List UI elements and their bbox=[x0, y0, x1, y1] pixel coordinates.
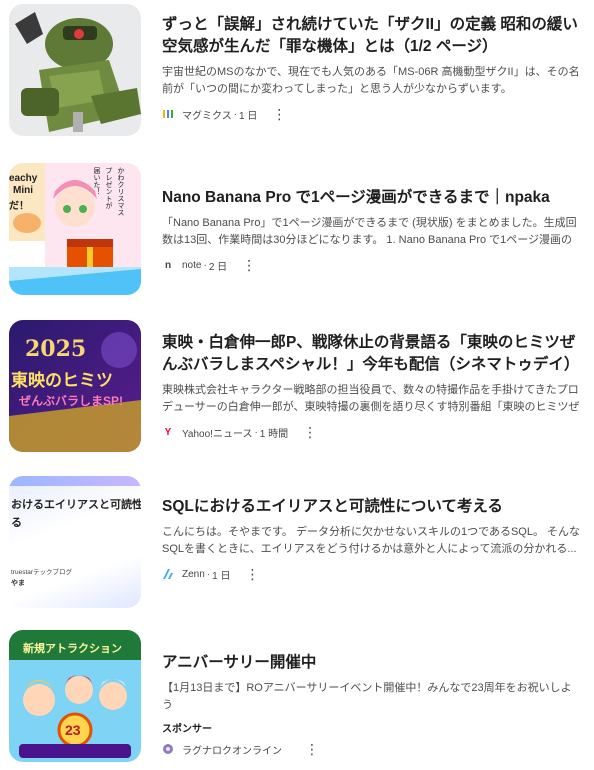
source-name: Yahoo!ニュース bbox=[182, 428, 253, 440]
article-snippet: 東映株式会社キャラクター戦略部の担当役員で、数々の特撮作品を手掛けてきたプロデュ… bbox=[162, 384, 580, 413]
published-time: 1 時間 bbox=[259, 428, 289, 440]
published-time: 2 日 bbox=[208, 261, 228, 273]
article-meta: Zenn · 1 日 ⋮ bbox=[162, 566, 582, 582]
zaku-thumbnail-image bbox=[9, 4, 141, 136]
yahoo-icon: Y bbox=[164, 426, 172, 438]
published-time: 1 日 bbox=[212, 570, 231, 582]
news-card[interactable]: おけるエイリアスと可読性 る truestarテックブログ やま SQLにおける… bbox=[0, 476, 594, 616]
thumb-text-year: 2025 bbox=[25, 336, 87, 362]
article-meta: Y Yahoo!ニュース · 1 時間 ⋮ bbox=[162, 424, 582, 440]
article-snippet: 「Nano Banana Pro」で1ページ漫画ができるまで (現状版) をまと… bbox=[162, 217, 577, 246]
ad-thumbnail[interactable]: 新規アトラクション 23 bbox=[9, 630, 141, 762]
more-options-icon[interactable]: ⋮ bbox=[304, 741, 320, 757]
thumb-text-title: おけるエイリアスと可読性 bbox=[11, 499, 141, 511]
thumb-text-eachy: eachy bbox=[9, 173, 38, 184]
article-thumbnail[interactable]: eachy Mini だ！ 届いた！ プレゼントが かわクリスマス bbox=[9, 163, 141, 295]
article-meta: n note · 2 日 ⋮ bbox=[162, 257, 582, 273]
sponsored-card[interactable]: 新規アトラクション 23 アニバーサリー開催中 【1月13日まで】ROアニバーサ… bbox=[0, 630, 594, 770]
note-icon: n bbox=[164, 259, 172, 271]
article-snippet: こんにちは。そやまです。 データ分析に欠かせないスキルの1つであるSQL。 そん… bbox=[162, 526, 581, 555]
article-title[interactable]: 東映・白倉伸一郎P、戦隊休止の背景語る「東映のヒミツぜんぶバラしまスペシャル！」… bbox=[162, 332, 582, 376]
source-name: note bbox=[182, 259, 202, 271]
source-name: マグミクス bbox=[182, 110, 232, 122]
article-title[interactable]: SQLにおけるエイリアスと可読性について考える bbox=[162, 496, 582, 518]
more-options-icon[interactable]: ⋮ bbox=[302, 424, 318, 440]
article-meta: マグミクス · 1 日 ⋮ bbox=[162, 106, 582, 122]
news-card[interactable]: 2025 東映のヒミツ ぜんぶバラしまSP! 東映・白倉伸一郎P、戦隊休止の背景… bbox=[0, 320, 594, 460]
zenn-icon bbox=[162, 568, 174, 580]
thumb-text-mini: Mini bbox=[13, 185, 33, 196]
ad-title[interactable]: アニバーサリー開催中 bbox=[162, 652, 582, 674]
news-card[interactable]: eachy Mini だ！ 届いた！ プレゼントが かわクリスマス Nano B… bbox=[0, 163, 594, 303]
thumb-text-barashima: ぜんぶバラしまSP! bbox=[19, 394, 124, 408]
news-card[interactable]: ずっと「誤解」され続けていた「ザクII」の定義 昭和の緩い空気感が生んだ「罪な機… bbox=[0, 4, 594, 144]
news-feed: ずっと「誤解」され続けていた「ザクII」の定義 昭和の緩い空気感が生んだ「罪な機… bbox=[0, 0, 594, 768]
advertiser-name: ラグナロクオンライン bbox=[182, 745, 282, 757]
article-thumbnail[interactable] bbox=[9, 4, 141, 136]
thumb-top-band bbox=[9, 476, 141, 486]
article-snippet: 宇宙世紀のMSのなかで、現在でも人気のある「MS-06R 高機動型ザクII」は、… bbox=[162, 66, 580, 95]
more-options-icon[interactable]: ⋮ bbox=[244, 566, 260, 582]
more-options-icon[interactable]: ⋮ bbox=[241, 257, 257, 273]
thumb-text-da: だ！ bbox=[9, 201, 29, 212]
meta-separator: · bbox=[203, 259, 207, 271]
thumb-text-present: プレゼントが bbox=[105, 167, 112, 209]
sponsored-label: スポンサー bbox=[162, 724, 212, 735]
article-title[interactable]: Nano Banana Pro で1ページ漫画ができるまで｜npaka bbox=[162, 187, 582, 209]
thumb-text-christmas: かわクリスマス bbox=[117, 167, 124, 216]
thumb-text-author: やま bbox=[11, 580, 25, 587]
ad-meta: ラグナロクオンライン ⋮ bbox=[162, 741, 582, 757]
thumb-text-toei: 東映のヒミツ bbox=[11, 371, 113, 390]
magmix-icon bbox=[162, 108, 174, 120]
more-options-icon[interactable]: ⋮ bbox=[271, 106, 287, 122]
meta-separator: · bbox=[254, 426, 258, 438]
article-thumbnail[interactable]: おけるエイリアスと可読性 る truestarテックブログ やま bbox=[9, 476, 141, 608]
ad-description: 【1月13日まで】ROアニバーサリーイベント開催中！みんなで23周年をお祝いしよ… bbox=[162, 682, 572, 711]
ragnarok-icon bbox=[162, 743, 174, 755]
meta-separator: · bbox=[233, 108, 238, 120]
thumb-text-23: 23 bbox=[65, 722, 81, 738]
thumb-text-ru: る bbox=[11, 517, 22, 529]
published-time: 1 日 bbox=[239, 110, 258, 122]
thumb-text-blog: truestarテックブログ bbox=[11, 569, 73, 576]
article-title[interactable]: ずっと「誤解」され続けていた「ザクII」の定義 昭和の緩い空気感が生んだ「罪な機… bbox=[162, 14, 582, 58]
source-name: Zenn bbox=[182, 568, 205, 580]
thumb-text-attraction: 新規アトラクション bbox=[23, 643, 122, 655]
article-thumbnail[interactable]: 2025 東映のヒミツ ぜんぶバラしまSP! bbox=[9, 320, 141, 452]
meta-separator: · bbox=[206, 568, 211, 580]
thumb-text-arrived: 届いた！ bbox=[93, 167, 100, 195]
